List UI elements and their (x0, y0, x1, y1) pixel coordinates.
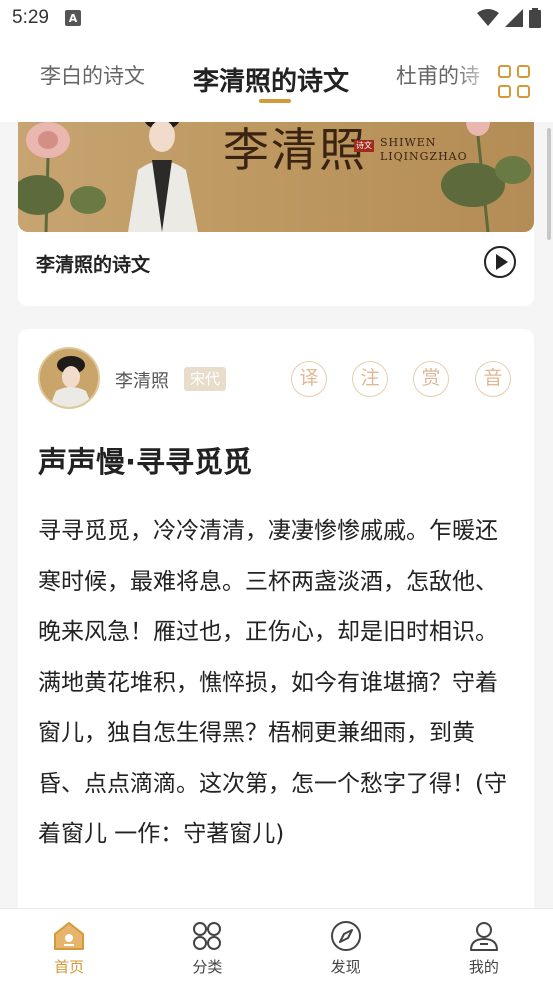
author-portrait-icon (40, 349, 98, 407)
nav-home[interactable]: 首页 (0, 909, 138, 984)
translate-button[interactable]: 译 (291, 361, 327, 397)
play-audio-icon[interactable] (484, 246, 516, 278)
active-tab-indicator (259, 99, 291, 103)
audio-button[interactable]: 音 (475, 361, 511, 397)
scrollbar[interactable] (547, 128, 551, 240)
poem-stanza: 满地黄花堆积，憔悴损，如今有谁堪摘？守着窗儿，独自怎生得黑？梧桐更兼细雨，到黄昏… (38, 669, 507, 848)
category-icon (193, 922, 222, 950)
category-tab-bar: 李白的诗文 李清照的诗文 杜甫的诗 (0, 36, 553, 122)
battery-icon (529, 8, 541, 28)
poet-portrait-icon (128, 122, 198, 232)
featured-collection-card[interactable]: 李清照 诗文 SHIWEN LIQINGZHAO 李清照的诗文 (18, 122, 534, 306)
poem-body: 寻寻觅觅，冷冷清清，凄凄惨惨戚戚。乍暖还寒时候，最难将息。三杯两盏淡酒，怎敌他、… (38, 506, 518, 860)
status-time: 5:29 (12, 7, 49, 28)
banner-seal: 诗文 (354, 140, 374, 152)
tab-liqingzhao[interactable]: 李清照的诗文 (193, 61, 349, 98)
all-categories-grid-icon[interactable] (498, 65, 532, 99)
home-icon (54, 922, 85, 950)
nav-profile-label: 我的 (468, 958, 499, 976)
banner-image: 李清照 诗文 SHIWEN LIQINGZHAO (18, 122, 534, 232)
nav-profile[interactable]: 我的 (415, 909, 553, 984)
dynasty-badge: 宋代 (184, 367, 227, 391)
poem-title: 声声慢·寻寻觅觅 (38, 445, 253, 479)
status-indicators (477, 8, 541, 28)
nav-discover-label: 发现 (330, 958, 361, 976)
notification-a-icon: A (64, 10, 81, 26)
status-bar: 5:29 A (0, 0, 553, 36)
tab-fade (455, 36, 495, 122)
lotus-left-icon (18, 122, 106, 232)
nav-category[interactable]: 分类 (138, 909, 276, 984)
bottom-navigation: 首页 分类 发现 我的 (0, 908, 553, 984)
wifi-icon (477, 9, 499, 26)
tab-libai[interactable]: 李白的诗文 (40, 60, 145, 90)
signal-icon (505, 9, 523, 27)
banner-title: 李清照 (223, 123, 367, 177)
content-scroll-area[interactable]: 李清照 诗文 SHIWENLIQINGZHAO 李清照的诗文 李清照 宋代 译 (0, 122, 553, 908)
nav-category-label: 分类 (192, 958, 223, 976)
author-avatar[interactable] (38, 347, 100, 409)
appreciate-button[interactable]: 赏 (413, 361, 449, 397)
nav-home-label: 首页 (54, 958, 85, 976)
author-name[interactable]: 李清照 (115, 367, 169, 393)
nav-discover[interactable]: 发现 (277, 909, 415, 984)
poem-stanza: 寻寻觅觅，冷冷清清，凄凄惨惨戚戚。乍暖还寒时候，最难将息。三杯两盏淡酒，怎敌他、… (38, 518, 498, 645)
annotate-button[interactable]: 注 (352, 361, 388, 397)
lotus-right-icon (441, 122, 531, 232)
user-icon (469, 922, 498, 951)
collection-title: 李清照的诗文 (36, 254, 151, 276)
compass-icon (330, 921, 361, 951)
poem-card[interactable]: 李清照 宋代 译 注 赏 音 声声慢·寻寻觅觅 寻寻觅觅，冷冷清清，凄凄惨惨戚戚… (18, 329, 534, 908)
